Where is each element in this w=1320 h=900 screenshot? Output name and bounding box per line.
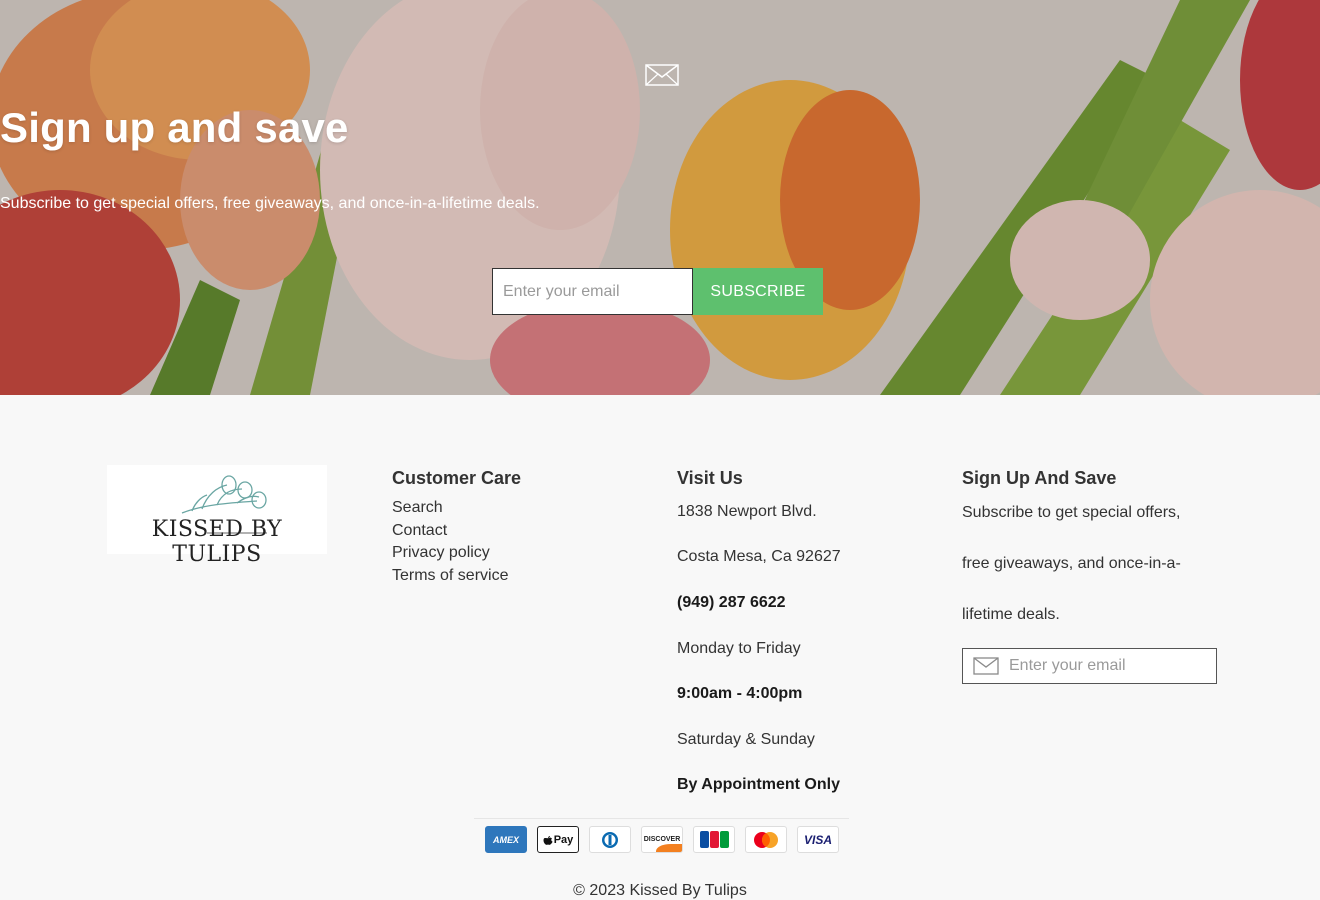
diners-club-icon xyxy=(589,826,631,853)
site-footer: Kissed By Tulips Customer Care Search Co… xyxy=(0,395,1320,900)
apple-pay-label: Pay xyxy=(553,833,574,846)
address-line-1: 1838 Newport Blvd. xyxy=(677,503,817,520)
visa-label: VISA xyxy=(803,832,832,847)
mastercard-icon xyxy=(745,826,787,853)
customer-care-heading: Customer Care xyxy=(392,468,522,488)
footer-email-input[interactable] xyxy=(1009,657,1209,675)
amex-label: AMEX xyxy=(492,834,519,845)
weekend-hours: By Appointment Only xyxy=(677,776,840,793)
hero-subtitle: Subscribe to get special offers, free gi… xyxy=(0,195,540,212)
discover-icon: DISCOVER xyxy=(641,826,683,853)
weekend-label: Saturday & Sunday xyxy=(677,731,815,748)
apple-logo-icon xyxy=(543,835,553,845)
visa-icon: VISA xyxy=(797,826,839,853)
discover-label: DISCOVER xyxy=(643,836,681,843)
envelope-icon xyxy=(973,657,999,675)
logo-text: Kissed By Tulips xyxy=(151,517,283,567)
hero-email-input[interactable] xyxy=(492,268,693,315)
signup-text-line: Subscribe to get special offers, xyxy=(962,504,1181,521)
jcb-blue xyxy=(699,831,709,848)
customer-care-links: Search Contact Privacy policy Terms of s… xyxy=(392,497,508,587)
footer-link-contact[interactable]: Contact xyxy=(392,520,508,543)
newsletter-hero: Sign up and save Subscribe to get specia… xyxy=(0,0,1320,395)
jcb-red xyxy=(709,831,719,848)
subscribe-button[interactable]: SUBSCRIBE xyxy=(693,268,823,315)
phone-number[interactable]: (949) 287 6622 xyxy=(677,594,786,612)
signup-heading: Sign Up And Save xyxy=(962,468,1117,488)
store-logo[interactable]: Kissed By Tulips xyxy=(107,465,327,567)
hero-title: Sign up and save xyxy=(0,104,349,151)
discover-orange-band xyxy=(656,844,682,852)
footer-email-field xyxy=(962,648,1217,684)
apple-pay-icon: Pay xyxy=(537,826,579,853)
footer-link-terms-of-service[interactable]: Terms of service xyxy=(392,565,508,588)
envelope-icon xyxy=(645,64,679,86)
signup-text-line: lifetime deals. xyxy=(962,606,1060,623)
diners-club-logo xyxy=(602,831,618,848)
amex-icon: AMEX xyxy=(485,826,527,853)
footer-link-search[interactable]: Search xyxy=(392,497,508,520)
jcb-green xyxy=(719,831,729,848)
weekday-hours: 9:00am - 4:00pm xyxy=(677,685,803,702)
copyright: © 2023 Kissed By Tulips xyxy=(573,882,747,899)
footer-link-privacy-policy[interactable]: Privacy policy xyxy=(392,542,508,565)
payment-icons: AMEX Pay DISCOVER VISA xyxy=(474,818,849,856)
signup-text-line: free giveaways, and once-in-a- xyxy=(962,555,1181,572)
address-line-2: Costa Mesa, Ca 92627 xyxy=(677,548,841,565)
visit-us-heading: Visit Us xyxy=(677,468,743,488)
weekday-label: Monday to Friday xyxy=(677,640,801,657)
hero-subscribe-form: SUBSCRIBE xyxy=(492,268,823,315)
jcb-icon xyxy=(693,826,735,853)
mastercard-logo xyxy=(754,831,778,848)
signup-description: Subscribe to get special offers, free gi… xyxy=(962,487,1202,640)
